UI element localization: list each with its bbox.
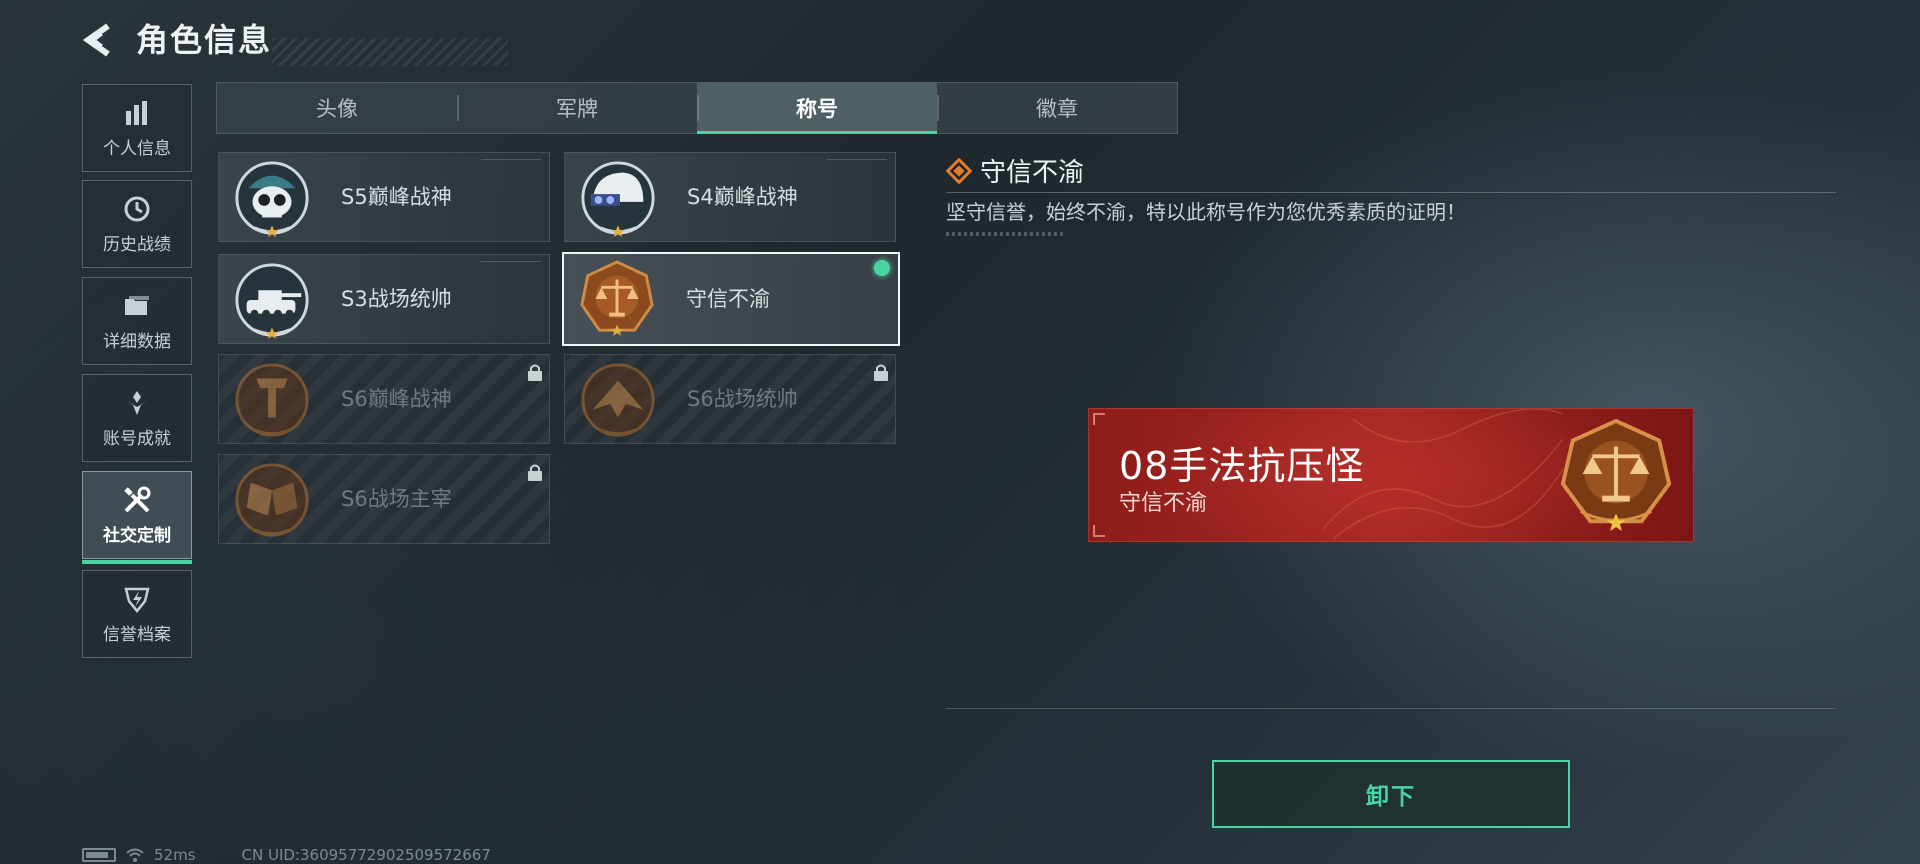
tab-badge[interactable]: 徽章 [937, 83, 1177, 133]
folder-icon [122, 291, 152, 321]
tab-avatar[interactable]: 头像 [217, 83, 457, 133]
tank-emblem-icon [235, 263, 309, 339]
sidebar-item-label: 历史战绩 [103, 234, 171, 255]
detail-title-text: 守信不渝 [980, 158, 1085, 188]
category-tabs: 头像 军牌 称号 徽章 [216, 82, 1178, 134]
card-decoration [827, 159, 887, 163]
active-indicator [82, 560, 192, 564]
title-card-label: S6战场统帅 [687, 387, 798, 411]
ping-value: 52ms [154, 846, 196, 864]
lock-icon [528, 464, 542, 481]
status-bar: 52ms CN UID:36095772902509572667 [82, 846, 491, 864]
title-decoration [272, 38, 508, 66]
sidebar-item-social-custom[interactable]: 社交定制 [82, 471, 192, 564]
back-button[interactable] [82, 22, 118, 58]
detail-decoration [946, 232, 1066, 236]
equipped-title: 守信不渝 [1119, 491, 1208, 516]
divider [946, 708, 1836, 709]
flags-emblem-icon [235, 463, 309, 537]
sidebar-item-reputation[interactable]: 信誉档案 [82, 570, 192, 658]
reputation-shield-icon [122, 584, 152, 614]
sidebar-item-label: 个人信息 [103, 138, 171, 159]
title-card-locked[interactable]: S6巅峰战神 [218, 354, 550, 444]
achievement-icon [122, 388, 152, 418]
title-card-label: S6战场主宰 [341, 487, 452, 511]
sidebar-item-detailed-data[interactable]: 详细数据 [82, 277, 192, 365]
title-card[interactable]: S4巅峰战神 [564, 152, 896, 242]
player-name: 08手法抗压怪 [1119, 444, 1365, 488]
helmet-emblem-icon [581, 161, 655, 237]
title-card[interactable]: S3战场统帅 [218, 254, 550, 344]
title-preview-banner: 08手法抗压怪 守信不渝 [1088, 408, 1694, 542]
title-card-label: S3战场统帅 [341, 287, 452, 311]
sidebar-item-label: 信誉档案 [103, 624, 171, 645]
lock-icon [874, 364, 888, 381]
back-arrow-icon [82, 23, 110, 57]
title-card-label: 守信不渝 [686, 287, 770, 311]
lock-icon [528, 364, 542, 381]
history-clock-icon [122, 194, 152, 224]
banner-corner [1093, 525, 1105, 537]
detail-title: 守信不渝 [946, 152, 1084, 189]
battery-icon [82, 848, 116, 862]
unequip-button[interactable]: 卸下 [1212, 760, 1570, 828]
title-card-label: S4巅峰战神 [687, 185, 798, 209]
tab-title[interactable]: 称号 [697, 83, 937, 134]
jet-emblem-icon [581, 363, 655, 437]
title-card-label: S5巅峰战神 [341, 185, 452, 209]
sidebar-item-achievements[interactable]: 账号成就 [82, 374, 192, 462]
scales-emblem-icon [1560, 418, 1672, 532]
user-id: CN UID:36095772902509572667 [241, 846, 491, 864]
skull-helmet-emblem-icon [235, 161, 309, 237]
sidebar-item-label: 账号成就 [103, 428, 171, 449]
title-card-locked[interactable]: S6战场统帅 [564, 354, 896, 444]
page-header: 角色信息 [82, 18, 508, 66]
card-decoration [481, 159, 541, 163]
equipped-indicator [874, 260, 890, 276]
title-card[interactable]: S5巅峰战神 [218, 152, 550, 242]
detail-description: 坚守信誉，始终不渝，特以此称号作为您优秀素质的证明！ [946, 200, 1466, 224]
sidebar-item-personal-info[interactable]: 个人信息 [82, 84, 192, 172]
title-card-locked[interactable]: S6战场主宰 [218, 454, 550, 544]
sidebar-item-label: 社交定制 [103, 525, 171, 546]
banner-corner [1093, 413, 1105, 425]
bar-chart-icon [122, 98, 152, 128]
page-title: 角色信息 [136, 21, 273, 59]
tab-dog-tag[interactable]: 军牌 [457, 83, 697, 133]
divider [946, 192, 1836, 193]
orange-diamond-icon [946, 157, 972, 184]
card-decoration [481, 261, 541, 265]
title-card-selected[interactable]: 守信不渝 [562, 252, 900, 346]
title-card-label: S6巅峰战神 [341, 387, 452, 411]
wifi-icon [126, 848, 144, 862]
scales-emblem-icon [580, 260, 654, 337]
sidebar-item-history[interactable]: 历史战绩 [82, 180, 192, 268]
tools-icon [122, 485, 152, 515]
sidebar-item-label: 详细数据 [103, 331, 171, 352]
t-shield-emblem-icon [235, 363, 309, 437]
